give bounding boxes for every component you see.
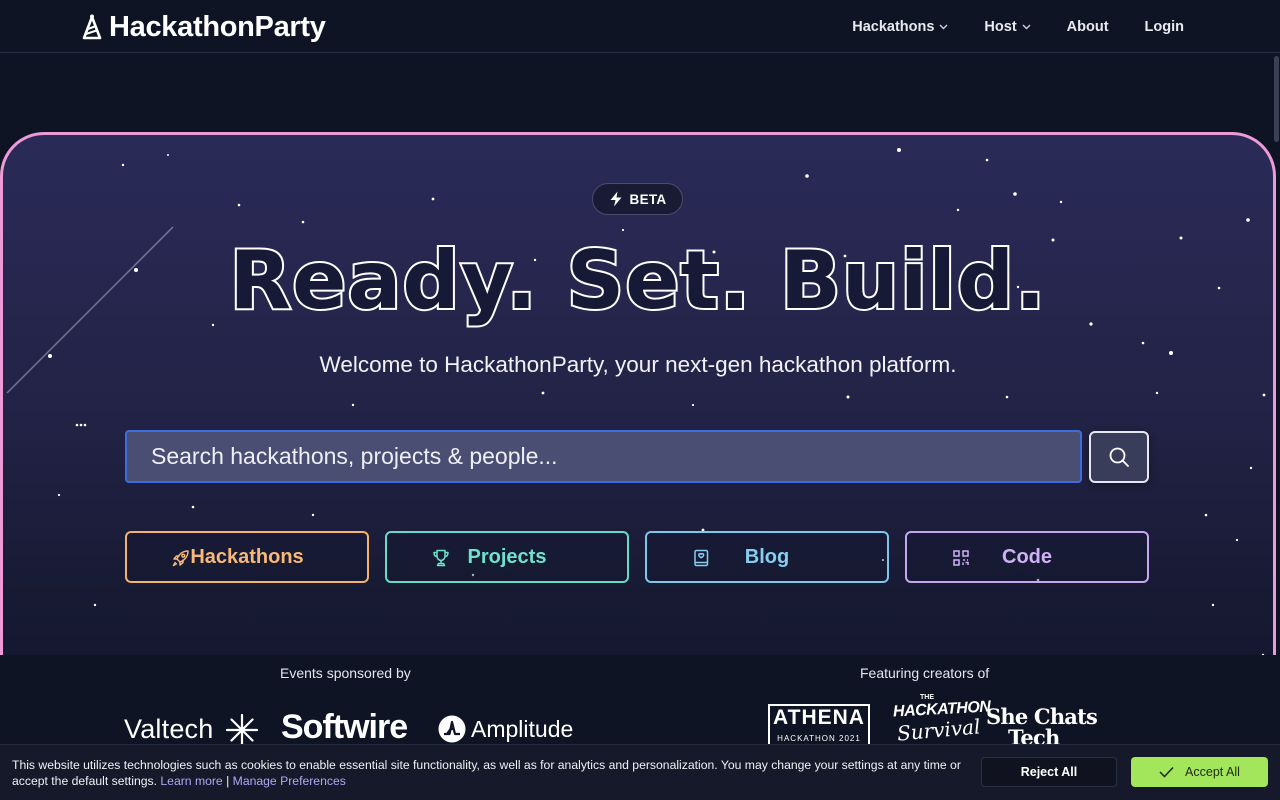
top-navbar: HackathonParty Hackathons Host About Log… — [0, 0, 1280, 53]
brand-name: HackathonParty — [109, 10, 326, 43]
valtech-logo: Valtech — [124, 714, 214, 744]
nav-login-label: Login — [1144, 18, 1184, 35]
qr-code-icon — [953, 550, 969, 566]
valtech-star-icon — [225, 713, 259, 747]
category-hackathons-label: Hackathons — [190, 545, 304, 568]
softwire-logo: Softwire — [281, 708, 408, 746]
category-code-label: Code — [1002, 545, 1052, 568]
sponsors-heading: Events sponsored by — [280, 665, 411, 681]
category-projects-label: Projects — [467, 545, 547, 568]
beta-label: BETA — [629, 191, 667, 207]
trophy-icon — [433, 549, 449, 567]
amplitude-mark-icon — [438, 715, 466, 743]
book-icon — [694, 549, 709, 567]
search-button[interactable] — [1089, 431, 1149, 483]
reject-all-button[interactable]: Reject All — [981, 757, 1117, 787]
athena-logo: ATHENA — [773, 706, 865, 729]
nav-about-label: About — [1066, 18, 1109, 35]
chevron-down-icon — [1022, 24, 1031, 29]
hero-headline: Ready. Set. Build. — [228, 232, 1048, 329]
search-input[interactable] — [125, 430, 1082, 483]
nav-about[interactable]: About — [1067, 19, 1109, 35]
checkmark-icon — [1159, 766, 1174, 778]
search-icon — [1109, 447, 1129, 467]
cookie-message-text: This website utilizes technologies such … — [12, 758, 961, 788]
main-nav: Hackathons Host About Login — [852, 0, 1184, 53]
category-hackathons-button[interactable]: Hackathons — [125, 531, 369, 583]
nav-host-label: Host — [984, 18, 1017, 35]
category-blog-button[interactable]: Blog — [645, 531, 889, 583]
brand-logo[interactable]: HackathonParty — [81, 10, 326, 44]
beta-badge: BETA — [592, 183, 683, 215]
nav-login[interactable]: Login — [1145, 19, 1184, 35]
category-blog-label: Blog — [744, 545, 790, 568]
hero-subheadline: Welcome to HackathonParty, your next-gen… — [319, 352, 957, 377]
scrollbar-thumb[interactable] — [1274, 56, 1279, 142]
category-projects-button[interactable]: Projects — [385, 531, 629, 583]
manage-preferences-link[interactable]: Manage Preferences — [233, 774, 346, 788]
category-code-button[interactable]: Code — [905, 531, 1149, 583]
amplitude-logo: Amplitude — [471, 716, 574, 742]
learn-more-link[interactable]: Learn more — [160, 774, 222, 788]
party-hat-icon — [82, 14, 102, 40]
accept-all-label: Accept All — [1185, 765, 1240, 779]
rocket-icon — [172, 550, 189, 567]
survival-guide-logo-the: THE — [920, 694, 934, 701]
lightning-icon — [610, 191, 622, 207]
nav-host[interactable]: Host — [984, 18, 1031, 35]
chevron-down-icon — [939, 24, 948, 29]
nav-hackathons[interactable]: Hackathons — [852, 19, 948, 35]
athena-logo-subtitle: HACKATHON 2021 — [777, 734, 861, 743]
nav-hackathons-label: Hackathons — [852, 18, 935, 35]
creators-heading: Featuring creators of — [860, 665, 990, 681]
cookie-message: This website utilizes technologies such … — [12, 757, 962, 789]
cookie-separator: | — [226, 774, 230, 788]
accept-all-button[interactable]: Accept All — [1131, 757, 1268, 787]
